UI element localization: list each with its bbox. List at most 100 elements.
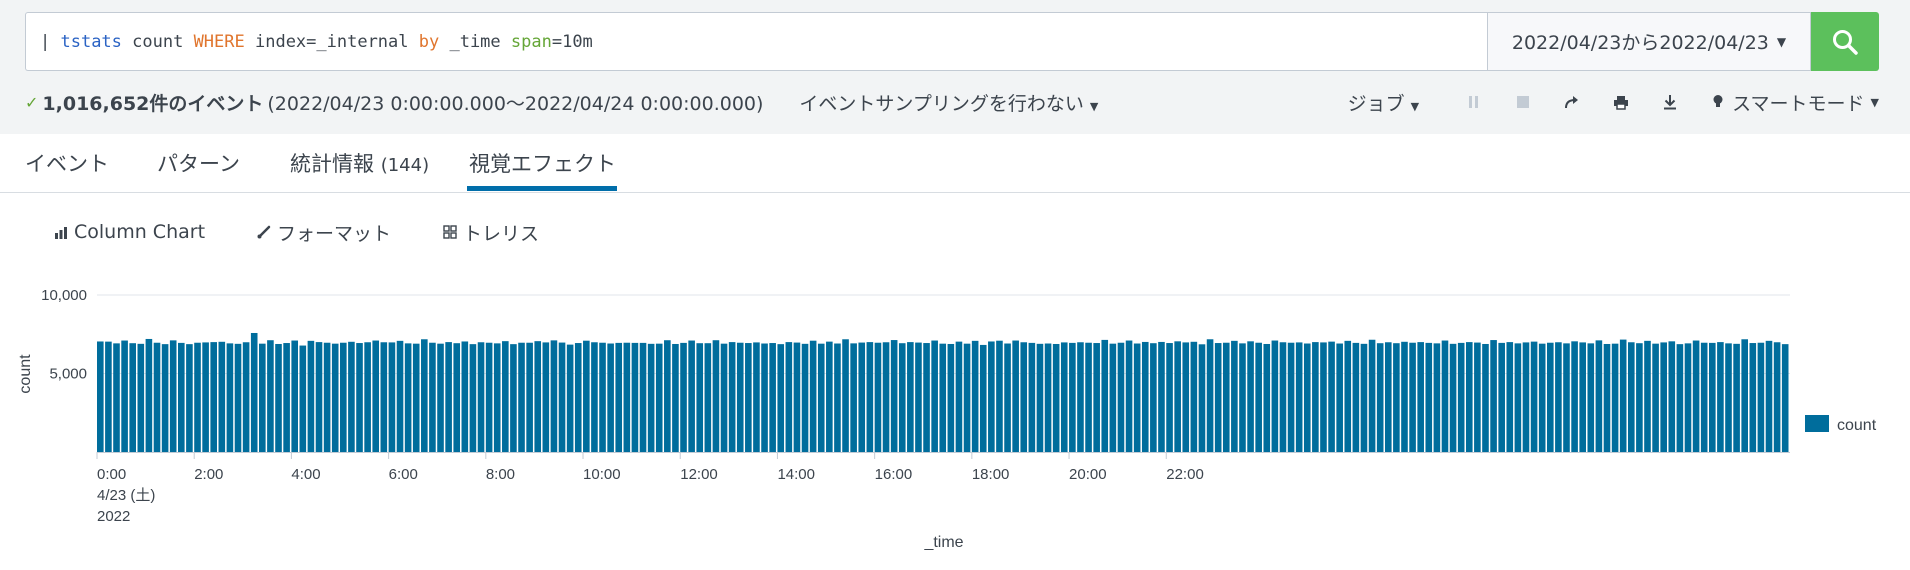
y-tick-label: 5,000	[49, 366, 87, 383]
stop-icon	[1516, 96, 1529, 108]
bar	[1166, 343, 1173, 452]
tab-patterns[interactable]: パターン	[157, 148, 240, 178]
x-tick-label: 22:00	[1166, 466, 1204, 483]
bar	[1587, 343, 1595, 452]
bar	[1376, 343, 1384, 452]
job-menu[interactable]: ジョブ ▼	[1348, 89, 1419, 116]
bar	[1668, 341, 1676, 452]
bar	[955, 341, 963, 452]
export-button[interactable]	[1645, 88, 1694, 116]
share-button[interactable]	[1547, 88, 1596, 116]
x-tick-label: 20:00	[1069, 466, 1107, 483]
bar	[194, 342, 201, 452]
bar	[1644, 340, 1651, 452]
bar	[1530, 341, 1538, 452]
bar	[129, 343, 136, 452]
search-text-4: =10m	[551, 31, 593, 52]
bar	[1312, 342, 1319, 452]
chart-type-button[interactable]: Column Chart	[54, 221, 205, 243]
bar	[1514, 343, 1522, 452]
bar	[1773, 342, 1781, 452]
bar	[1409, 342, 1416, 452]
tab-statistics[interactable]: 統計情報 (144)	[290, 148, 429, 178]
bar	[1627, 342, 1635, 452]
bar	[1214, 343, 1222, 452]
column-chart: 10,000 5,000 0:00 2:00 4:00 6:00 8:00 10:00 12:0…	[0, 270, 1910, 570]
bar	[364, 342, 371, 452]
bar-chart-icon	[55, 226, 67, 239]
search-mode-label: スマートモード	[1732, 92, 1865, 115]
search-keyword-where: WHERE	[193, 31, 245, 52]
y-tick-label: 10,000	[41, 287, 87, 304]
bar	[105, 341, 112, 452]
time-range-picker[interactable]: 2022/04/23から2022/04/23 ▼	[1487, 12, 1811, 71]
search-keyword-by: by	[418, 31, 440, 52]
bar	[1765, 340, 1773, 452]
caret-down-icon: ▼	[1089, 99, 1099, 113]
bar	[388, 342, 396, 452]
job-menu-label: ジョブ	[1347, 92, 1405, 115]
trellis-button[interactable]: トレリス	[443, 219, 539, 246]
search-text-3: _time	[439, 31, 511, 52]
visualization-toolbar: Column Chart フォーマット トレリス	[54, 218, 591, 246]
bar	[1676, 344, 1684, 452]
search-input[interactable]: | tstats count WHERE index=_internal by …	[25, 12, 1487, 71]
bar	[550, 340, 558, 452]
bar	[1198, 344, 1206, 452]
bar	[688, 340, 695, 452]
bar	[785, 342, 793, 452]
format-button[interactable]: フォーマット	[257, 219, 391, 246]
bar	[801, 343, 809, 452]
share-icon	[1564, 96, 1578, 109]
bar	[1595, 340, 1603, 452]
bar	[372, 340, 380, 452]
search-command: tstats	[60, 31, 122, 52]
bar	[445, 342, 452, 452]
bar	[664, 340, 671, 452]
pause-button[interactable]	[1449, 88, 1498, 116]
bar	[477, 342, 485, 452]
x-tick-label: 0:00	[97, 466, 126, 483]
bar	[299, 345, 307, 452]
bar	[331, 343, 339, 452]
bar	[1538, 343, 1546, 452]
bar	[777, 344, 785, 452]
bar	[655, 343, 663, 452]
bar	[1749, 343, 1757, 452]
stop-button[interactable]	[1498, 88, 1547, 116]
bar	[1474, 342, 1481, 452]
caret-down-icon: ▼	[1410, 99, 1420, 113]
bar	[1425, 342, 1433, 452]
job-toolbar: ジョブ ▼ スマートモード ▼	[1348, 88, 1879, 116]
bar	[1255, 342, 1262, 452]
bar	[842, 339, 849, 452]
tab-events[interactable]: イベント	[25, 148, 109, 178]
bar	[591, 342, 598, 452]
bar	[1231, 340, 1238, 452]
search-text-1: count	[121, 31, 194, 52]
bar	[850, 343, 857, 452]
bar	[1133, 343, 1141, 452]
bar	[615, 342, 623, 452]
event-sampling-dropdown[interactable]: イベントサンプリングを行わない ▼	[799, 89, 1098, 116]
bar	[939, 343, 947, 452]
bar	[1611, 343, 1619, 452]
print-icon	[1613, 95, 1628, 110]
x-tick-label: 18:00	[972, 466, 1010, 483]
bar	[412, 343, 420, 452]
x-tick-label: 12:00	[680, 466, 718, 483]
bar	[1546, 342, 1554, 452]
tab-visualization[interactable]: 視覚エフェクト	[469, 148, 616, 178]
print-button[interactable]	[1596, 88, 1645, 116]
bar	[720, 343, 728, 452]
bar	[1287, 342, 1295, 452]
bar	[113, 343, 120, 452]
bar	[259, 343, 266, 452]
bar	[1012, 340, 1019, 452]
search-button[interactable]	[1811, 12, 1879, 71]
bar	[639, 342, 647, 452]
search-mode-menu[interactable]: スマートモード ▼	[1712, 89, 1879, 116]
bar	[1660, 342, 1667, 452]
bar	[647, 343, 655, 452]
job-status-bar: ✓ 1,016,652件のイベント (2022/04/23 0:00:00.00…	[25, 86, 1879, 118]
